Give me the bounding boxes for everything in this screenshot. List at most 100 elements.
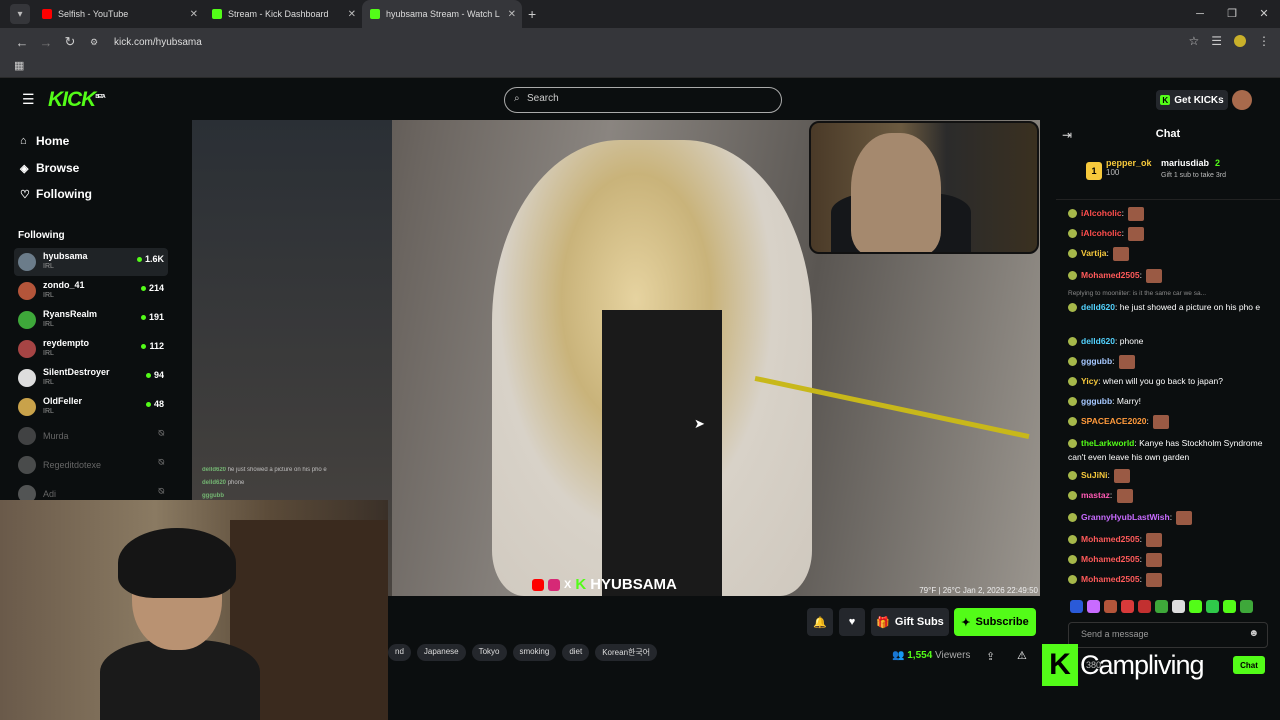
close-icon[interactable]: ✕ bbox=[190, 9, 198, 20]
emote[interactable] bbox=[1206, 600, 1219, 613]
channel-category: IRL bbox=[43, 350, 54, 357]
channel-category: IRL bbox=[43, 408, 54, 415]
emote[interactable] bbox=[1138, 600, 1151, 613]
user-avatar[interactable] bbox=[1232, 90, 1252, 110]
chat-username[interactable]: delld620 bbox=[1081, 336, 1115, 346]
tag[interactable]: nd bbox=[388, 644, 411, 661]
emote[interactable] bbox=[1155, 600, 1168, 613]
hamburger-menu-icon[interactable]: ☰ bbox=[22, 91, 35, 108]
restore-icon[interactable]: ❐ bbox=[1216, 0, 1248, 28]
chat-username[interactable]: Vartija bbox=[1081, 248, 1107, 258]
tab-kick-dashboard[interactable]: Stream - Kick Dashboard ✕ bbox=[204, 0, 362, 28]
sidebar-channel-oldfeller[interactable]: OldFeller IRL 48 bbox=[14, 393, 168, 421]
chat-username[interactable]: Mohamed2505 bbox=[1081, 534, 1140, 544]
follow-heart-button[interactable]: ♥ bbox=[839, 608, 865, 636]
report-icon[interactable]: ⚠ bbox=[1017, 649, 1027, 662]
chat-message: delld620: he just showed a picture on hi… bbox=[1068, 300, 1276, 314]
chat-username[interactable]: mastaz bbox=[1081, 490, 1110, 500]
chat-message: gggubb: bbox=[1068, 354, 1276, 369]
tab-youtube[interactable]: Selfish - YouTube ✕ bbox=[34, 0, 204, 28]
emote[interactable] bbox=[1172, 600, 1185, 613]
chat-username[interactable]: iAlcoholic bbox=[1081, 228, 1122, 238]
url-field[interactable]: kick.com/hyubsama bbox=[114, 37, 202, 48]
chat-message-input[interactable] bbox=[1081, 629, 1241, 639]
sidebar-channel-silentdestroyer[interactable]: SilentDestroyer IRL 94 bbox=[14, 364, 168, 392]
emote[interactable] bbox=[1189, 600, 1202, 613]
top-gifter-2[interactable]: mariusdiab 2 bbox=[1161, 158, 1220, 168]
close-icon[interactable]: ✕ bbox=[348, 9, 356, 20]
close-icon[interactable]: ✕ bbox=[508, 9, 516, 20]
tab-search-icon[interactable]: ▾ bbox=[10, 4, 30, 24]
search-bar[interactable]: ⌕ bbox=[504, 87, 782, 113]
chat-username[interactable]: GrannyHyubLastWish bbox=[1081, 512, 1170, 522]
nav-browse[interactable]: ◈ Browse bbox=[20, 161, 79, 175]
gift-prompt[interactable]: Gift 1 sub to take 3rd bbox=[1161, 172, 1226, 179]
chat-username[interactable]: theLarkworld bbox=[1081, 438, 1134, 448]
apps-icon[interactable]: ▦ bbox=[14, 59, 24, 72]
new-tab-icon[interactable]: + bbox=[528, 6, 536, 22]
chat-username[interactable]: SPACEACE2020 bbox=[1081, 416, 1147, 426]
chat-username[interactable]: SuJiNi bbox=[1081, 470, 1107, 480]
sidebar-channel-murda[interactable]: Murda ⍉ bbox=[14, 422, 168, 450]
chat-username[interactable]: Mohamed2505 bbox=[1081, 270, 1140, 280]
channel-avatar bbox=[18, 427, 36, 445]
emote[interactable] bbox=[1087, 600, 1100, 613]
browser-tab-bar: ▾ Selfish - YouTube ✕ Stream - Kick Dash… bbox=[0, 0, 1280, 28]
emote[interactable] bbox=[1070, 600, 1083, 613]
chat-emote bbox=[1153, 414, 1170, 429]
reload-icon[interactable]: ↻ bbox=[58, 34, 82, 50]
channel-viewers: 1.6K bbox=[136, 254, 164, 264]
get-kicks-button[interactable]: K Get KICKs bbox=[1156, 90, 1228, 110]
chat-emote bbox=[1176, 510, 1193, 525]
share-icon[interactable]: ⇪ bbox=[986, 650, 995, 663]
chat-emote bbox=[1146, 552, 1163, 567]
emote[interactable] bbox=[1223, 600, 1236, 613]
gift-subs-button[interactable]: 🎁 Gift Subs bbox=[871, 608, 949, 636]
emote[interactable] bbox=[1104, 600, 1117, 613]
instagram-icon bbox=[548, 578, 560, 591]
sidebar-channel-hyubsama[interactable]: hyubsama IRL 1.6K bbox=[14, 248, 168, 276]
site-info-icon[interactable]: ⚙ bbox=[82, 37, 106, 48]
forward-icon[interactable]: → bbox=[34, 35, 58, 50]
channel-name: hyubsama bbox=[43, 251, 88, 261]
minimize-icon[interactable]: ─ bbox=[1184, 0, 1216, 28]
chat-username[interactable]: Mohamed2505 bbox=[1081, 554, 1140, 564]
chat-username[interactable]: Yicy bbox=[1081, 376, 1098, 386]
notification-bell-button[interactable]: 🔔 bbox=[807, 608, 833, 636]
sidebar-channel-regeditdotexe[interactable]: Regeditdotexe ⍉ bbox=[14, 451, 168, 479]
emoji-picker-icon[interactable]: ☻ bbox=[1248, 628, 1259, 639]
back-icon[interactable]: ← bbox=[10, 35, 34, 50]
tag[interactable]: smoking bbox=[512, 644, 557, 661]
tag[interactable]: diet bbox=[562, 644, 590, 661]
menu-icon[interactable]: ⋮ bbox=[1258, 34, 1270, 48]
chat-send-button[interactable]: Chat bbox=[1233, 656, 1265, 674]
bookmark-star-icon[interactable]: ☆ bbox=[1188, 34, 1199, 48]
kicks-icon: K bbox=[1160, 95, 1171, 105]
tag[interactable]: Japanese bbox=[416, 644, 466, 661]
extensions-icon[interactable]: ☰ bbox=[1211, 34, 1222, 48]
profile-avatar[interactable] bbox=[1234, 35, 1246, 47]
subscribe-button[interactable]: ✦ Subscribe bbox=[954, 608, 1036, 636]
nav-following[interactable]: ♡ Following bbox=[20, 187, 92, 201]
tag[interactable]: Korean한국어 bbox=[595, 644, 658, 661]
emote[interactable] bbox=[1121, 600, 1134, 613]
chat-username[interactable]: gggubb bbox=[1081, 356, 1112, 366]
sidebar-channel-reydempto[interactable]: reydempto IRL 112 bbox=[14, 335, 168, 363]
kick-logo[interactable]: KICKBETA bbox=[48, 88, 106, 112]
chat-username[interactable]: gggubb bbox=[1081, 396, 1112, 406]
sidebar: ⌂ Home ◈ Browse ♡ Following Following hyubs… bbox=[0, 120, 178, 503]
search-input[interactable] bbox=[527, 93, 767, 104]
emote[interactable] bbox=[1240, 600, 1253, 613]
close-window-icon[interactable]: ✕ bbox=[1248, 0, 1280, 28]
sidebar-channel-zondo_41[interactable]: zondo_41 IRL 214 bbox=[14, 277, 168, 305]
user-badge-icon bbox=[1068, 229, 1077, 239]
channel-viewers: 214 bbox=[140, 283, 164, 293]
chat-username[interactable]: iAlcoholic bbox=[1081, 208, 1122, 218]
nav-home[interactable]: ⌂ Home bbox=[20, 134, 69, 148]
sidebar-channel-ryansrealm[interactable]: RyansRealm IRL 191 bbox=[14, 306, 168, 334]
chat-username[interactable]: delld620 bbox=[1081, 302, 1115, 312]
tab-hyubsama-stream[interactable]: hyubsama Stream - Watch L ✕ bbox=[362, 0, 522, 28]
chat-username[interactable]: Mohamed2505 bbox=[1081, 574, 1140, 584]
top-gifter-1[interactable]: pepper_ok 100 bbox=[1106, 158, 1152, 177]
tag[interactable]: Tokyo bbox=[471, 644, 507, 661]
